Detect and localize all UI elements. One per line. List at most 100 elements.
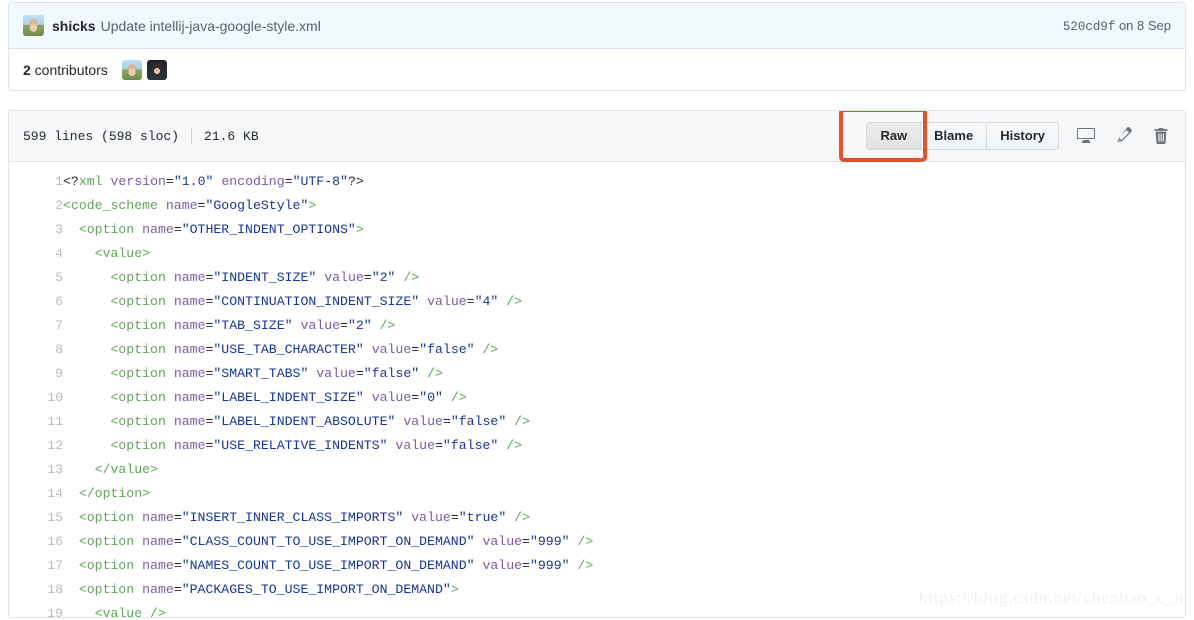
code-line-number[interactable]: 19 bbox=[9, 602, 63, 618]
commit-author-name[interactable]: shicks bbox=[52, 18, 96, 34]
file-size: 21.6 KB bbox=[204, 129, 259, 144]
desktop-icon[interactable] bbox=[1077, 127, 1095, 145]
code-token: "PACKAGES_TO_USE_IMPORT_ON_DEMAND" bbox=[182, 582, 451, 597]
code-token: "2" bbox=[372, 270, 396, 285]
code-token: "0" bbox=[419, 390, 443, 405]
code-line: 15 <option name="INSERT_INNER_CLASS_IMPO… bbox=[9, 506, 1185, 530]
code-token: = bbox=[522, 558, 530, 573]
code-line-number[interactable]: 5 bbox=[9, 266, 63, 290]
code-token: name bbox=[174, 270, 206, 285]
code-line-number[interactable]: 18 bbox=[9, 578, 63, 602]
history-button[interactable]: History bbox=[987, 122, 1059, 150]
contributor-avatar-1[interactable] bbox=[122, 60, 142, 80]
code-token: name bbox=[174, 366, 206, 381]
code-token bbox=[134, 510, 142, 525]
code-token: name bbox=[142, 534, 174, 549]
code-token: <option bbox=[110, 366, 165, 381]
code-line-number[interactable]: 6 bbox=[9, 290, 63, 314]
code-line-number[interactable]: 12 bbox=[9, 434, 63, 458]
code-token: = bbox=[174, 558, 182, 573]
code-token bbox=[63, 246, 95, 261]
code-line-number[interactable]: 14 bbox=[9, 482, 63, 506]
code-line-number[interactable]: 9 bbox=[9, 362, 63, 386]
code-token: name bbox=[142, 222, 174, 237]
code-token: "SMART_TABS" bbox=[213, 366, 308, 381]
code-token: value bbox=[411, 510, 451, 525]
code-line: 11 <option name="LABEL_INDENT_ABSOLUTE" … bbox=[9, 410, 1185, 434]
code-token: = bbox=[443, 414, 451, 429]
contributor-avatar-2[interactable] bbox=[147, 60, 167, 80]
commit-meta: 520cd9f on 8 Sep bbox=[1063, 18, 1171, 34]
code-token: value bbox=[316, 366, 356, 381]
code-token: name bbox=[166, 198, 198, 213]
code-token: "GoogleStyle" bbox=[205, 198, 308, 213]
code-line: 19 <value /> bbox=[9, 602, 1185, 618]
code-token: value bbox=[372, 390, 412, 405]
code-token: name bbox=[174, 438, 206, 453]
code-line-content: <option name="OTHER_INDENT_OPTIONS"> bbox=[63, 218, 1185, 242]
code-line-number[interactable]: 2 bbox=[9, 194, 63, 218]
code-token: version bbox=[111, 174, 166, 189]
code-line: 13 </value> bbox=[9, 458, 1185, 482]
code-line-number[interactable]: 7 bbox=[9, 314, 63, 338]
code-token bbox=[63, 222, 79, 237]
code-token: ?> bbox=[348, 174, 364, 189]
code-token: name bbox=[174, 318, 206, 333]
code-token bbox=[166, 438, 174, 453]
code-line: 7 <option name="TAB_SIZE" value="2" /> bbox=[9, 314, 1185, 338]
code-token: > bbox=[308, 198, 316, 213]
file-header-toolbar: 599 lines (598 sloc) 21.6 KB Raw Blame H… bbox=[9, 111, 1185, 162]
code-line-number[interactable]: 8 bbox=[9, 338, 63, 362]
code-line-number[interactable]: 4 bbox=[9, 242, 63, 266]
code-token: "UTF-8" bbox=[293, 174, 348, 189]
commit-message[interactable]: Update intellij-java-google-style.xml bbox=[101, 18, 321, 34]
code-line-number[interactable]: 3 bbox=[9, 218, 63, 242]
code-line: 9 <option name="SMART_TABS" value="false… bbox=[9, 362, 1185, 386]
code-token: <option bbox=[79, 582, 134, 597]
code-token: name bbox=[142, 582, 174, 597]
code-line-number[interactable]: 15 bbox=[9, 506, 63, 530]
code-token: <option bbox=[79, 510, 134, 525]
code-token: > bbox=[451, 582, 459, 597]
code-line-number[interactable]: 1 bbox=[9, 170, 63, 194]
code-token bbox=[166, 318, 174, 333]
code-token: = bbox=[166, 174, 174, 189]
code-token: "CONTINUATION_INDENT_SIZE" bbox=[213, 294, 419, 309]
code-token bbox=[134, 222, 142, 237]
code-line-content: <option name="LABEL_INDENT_SIZE" value="… bbox=[63, 386, 1185, 410]
code-line-number[interactable]: 11 bbox=[9, 410, 63, 434]
commit-sha[interactable]: 520cd9f bbox=[1063, 20, 1116, 34]
code-token: value bbox=[395, 438, 435, 453]
code-token: <value> bbox=[95, 246, 150, 261]
code-line: 3 <option name="OTHER_INDENT_OPTIONS"> bbox=[9, 218, 1185, 242]
code-token bbox=[166, 342, 174, 357]
code-token: = bbox=[174, 534, 182, 549]
code-token: name bbox=[142, 510, 174, 525]
code-line-number[interactable]: 16 bbox=[9, 530, 63, 554]
code-line-number[interactable]: 17 bbox=[9, 554, 63, 578]
code-line-number[interactable]: 10 bbox=[9, 386, 63, 410]
code-token: /> bbox=[395, 270, 419, 285]
code-token: name bbox=[174, 414, 206, 429]
code-token: "TAB_SIZE" bbox=[213, 318, 292, 333]
code-line-content: <option name="PACKAGES_TO_USE_IMPORT_ON_… bbox=[63, 578, 1185, 602]
code-token: value bbox=[372, 342, 412, 357]
code-token: "4" bbox=[475, 294, 499, 309]
trash-icon[interactable] bbox=[1153, 127, 1171, 145]
code-line-content: <option name="NAMES_COUNT_TO_USE_IMPORT_… bbox=[63, 554, 1185, 578]
code-token: "INDENT_SIZE" bbox=[213, 270, 316, 285]
contributors-label[interactable]: 2 contributors bbox=[23, 62, 108, 78]
pencil-icon[interactable] bbox=[1115, 127, 1133, 145]
code-token: <code_scheme bbox=[63, 198, 158, 213]
commit-date: on 8 Sep bbox=[1119, 18, 1171, 33]
code-line: 5 <option name="INDENT_SIZE" value="2" /… bbox=[9, 266, 1185, 290]
blame-button[interactable]: Blame bbox=[921, 122, 987, 150]
code-line-content: <option name="SMART_TABS" value="false" … bbox=[63, 362, 1185, 386]
code-line-number[interactable]: 13 bbox=[9, 458, 63, 482]
code-line: 18 <option name="PACKAGES_TO_USE_IMPORT_… bbox=[9, 578, 1185, 602]
raw-button[interactable]: Raw bbox=[866, 122, 921, 150]
code-token: = bbox=[174, 510, 182, 525]
code-token: value bbox=[324, 270, 364, 285]
author-avatar[interactable] bbox=[23, 15, 44, 36]
code-token: "1.0" bbox=[174, 174, 214, 189]
